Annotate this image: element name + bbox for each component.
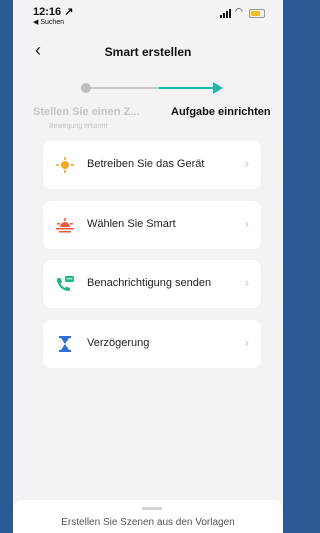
- battery-icon: [249, 9, 265, 18]
- phone-screen: 12:16 ↗ ◀ Suchen ◠ ‹ Smart erstellen Ste…: [13, 0, 283, 533]
- page-title: Smart erstellen: [104, 45, 192, 59]
- sheet-handle[interactable]: [142, 507, 162, 510]
- hourglass-icon: [59, 336, 71, 352]
- task-label: Betreiben Sie das Gerät: [87, 158, 205, 170]
- task-notification[interactable]: Benachrichtigung senden ›: [43, 260, 261, 308]
- sunrise-icon: [56, 218, 74, 233]
- arrow-right-icon: [213, 82, 223, 94]
- task-label: Wählen Sie Smart: [87, 218, 176, 230]
- chevron-right-icon: ›: [244, 216, 249, 231]
- step-1-label[interactable]: Stellen Sie einen Z...: [33, 106, 139, 118]
- chevron-right-icon: ›: [244, 275, 249, 290]
- back-to-app-link[interactable]: ◀ Suchen: [33, 18, 64, 26]
- step-2-label: Aufgabe einrichten: [171, 106, 271, 118]
- task-delay[interactable]: Verzögerung ›: [43, 320, 261, 368]
- step-dot: [81, 83, 91, 93]
- step-track-done: [85, 87, 159, 89]
- task-smart[interactable]: Wählen Sie Smart ›: [43, 201, 261, 249]
- chevron-right-icon: ›: [244, 335, 249, 350]
- phone-message-icon: [57, 276, 74, 291]
- task-device[interactable]: Betreiben Sie das Gerät ›: [43, 141, 261, 189]
- step-track-active: [159, 87, 217, 89]
- status-bar: 12:16 ↗ ◀ Suchen ◠: [13, 0, 283, 34]
- device-icon: [56, 157, 74, 173]
- step-1-sublabel: Bewegung erkannt: [49, 123, 108, 130]
- task-label: Verzögerung: [87, 337, 150, 349]
- task-label: Benachrichtigung senden: [87, 277, 212, 289]
- chevron-right-icon: ›: [244, 156, 249, 171]
- wifi-icon: ◠: [235, 6, 243, 16]
- templates-link[interactable]: Erstellen Sie Szenen aus den Vorlagen: [13, 517, 283, 528]
- status-time: 12:16 ↗: [33, 6, 74, 18]
- signal-icon: [220, 9, 231, 18]
